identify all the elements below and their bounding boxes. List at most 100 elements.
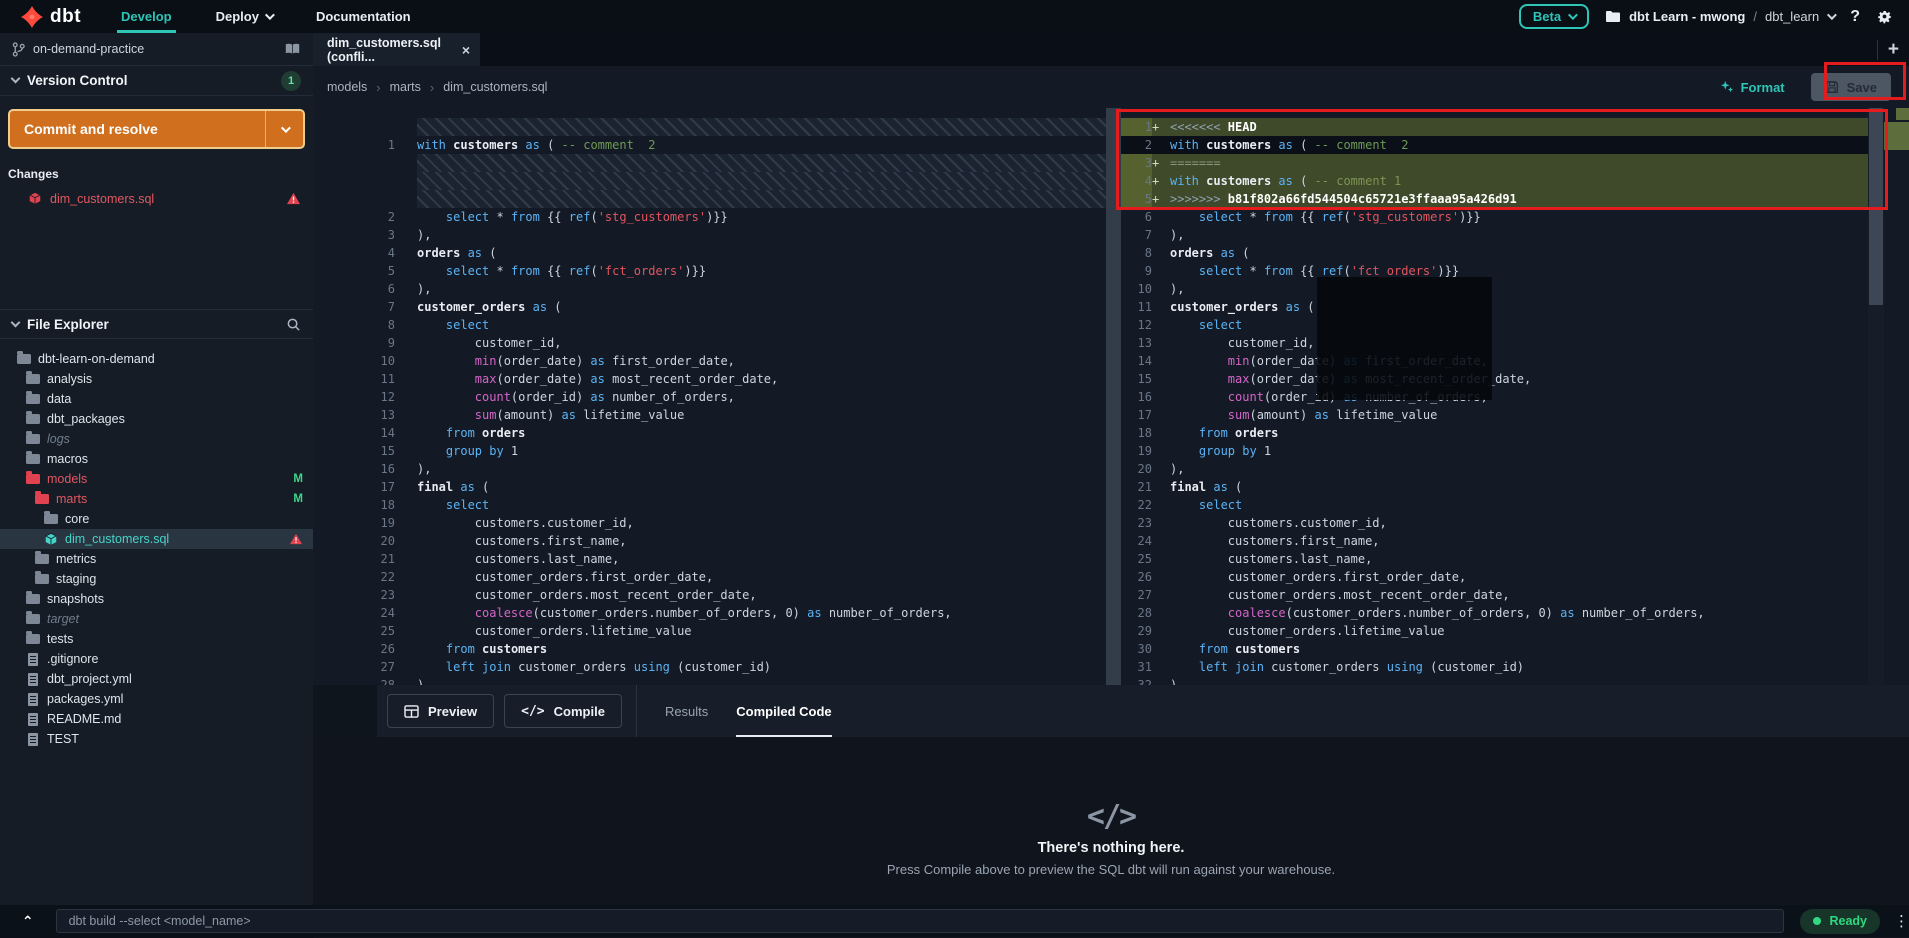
code-line[interactable]: 12 select [1121,316,1868,334]
code-line[interactable]: 9 select * from {{ ref('fct_orders')}} [1121,262,1868,280]
collapsed-diff-region[interactable] [313,172,1106,190]
code-line[interactable]: 18 from orders [1121,424,1868,442]
code-line[interactable]: 19 group by 1 [1121,442,1868,460]
format-button[interactable]: Format [1720,80,1785,95]
code-line[interactable]: 3+======= [1121,154,1868,172]
tree-item-logs[interactable]: logs [0,429,313,449]
code-line[interactable]: 2 select * from {{ ref('stg_customers')}… [313,208,1106,226]
collapsed-diff-region[interactable] [313,118,1106,136]
dbt-logo[interactable]: dbt [0,5,99,29]
tree-item-dbt-project-yml[interactable]: dbt_project.yml [0,669,313,689]
code-line[interactable]: 22 select [1121,496,1868,514]
code-line[interactable]: 24 customers.first_name, [1121,532,1868,550]
tree-item-tests[interactable]: tests [0,629,313,649]
tree-item-marts[interactable]: martsM [0,489,313,509]
code-line[interactable]: 13 sum(amount) as lifetime_value [313,406,1106,424]
code-line[interactable]: 3), [313,226,1106,244]
code-line[interactable]: 22 customer_orders.first_order_date, [313,568,1106,586]
nav-item-develop[interactable]: Develop [99,0,194,33]
collapsed-diff-region[interactable] [313,154,1106,172]
code-line[interactable]: 28) [313,676,1106,685]
code-line[interactable]: 28 coalesce(customer_orders.number_of_or… [1121,604,1868,622]
code-line[interactable]: 15 group by 1 [313,442,1106,460]
code-line[interactable]: 5+>>>>>>> b81f802a66fd544504c65721e3ffaa… [1121,190,1868,208]
code-line[interactable]: 6), [313,280,1106,298]
tree-item-analysis[interactable]: analysis [0,369,313,389]
code-line[interactable]: 1with customers as ( -- comment 2 [313,136,1106,154]
code-line[interactable]: 16), [313,460,1106,478]
code-line[interactable]: 2with customers as ( -- comment 2 [1121,136,1868,154]
code-line[interactable]: 23 customer_orders.most_recent_order_dat… [313,586,1106,604]
code-line[interactable]: 16 count(order_id) as number_of_orders, [1121,388,1868,406]
version-control-header[interactable]: Version Control 1 [0,66,313,96]
tree-item--gitignore[interactable]: .gitignore [0,649,313,669]
tree-item-readme-md[interactable]: README.md [0,709,313,729]
tree-item-dim-customers-sql[interactable]: dim_customers.sql [0,529,313,549]
code-line[interactable]: 20 customers.first_name, [313,532,1106,550]
tree-item-packages-yml[interactable]: packages.yml [0,689,313,709]
code-line[interactable]: 11customer_orders as ( [1121,298,1868,316]
tree-item-dbt-learn-on-demand[interactable]: dbt-learn-on-demand [0,349,313,369]
nav-item-documentation[interactable]: Documentation [294,0,433,33]
code-line[interactable]: 27 left join customer_orders using (cust… [313,658,1106,676]
commit-dropdown-toggle[interactable] [265,111,303,147]
tree-item-data[interactable]: data [0,389,313,409]
code-line[interactable]: 11 max(order_date) as most_recent_order_… [313,370,1106,388]
code-editor[interactable]: 1with customers as ( -- comment 2 2 selec… [313,108,1909,685]
code-line[interactable]: 4orders as ( [313,244,1106,262]
commit-and-resolve-button[interactable]: Commit and resolve [8,109,305,149]
editor-pane-incoming[interactable]: 1+<<<<<<< HEAD2with customers as ( -- co… [1121,108,1868,685]
tab-dim-customers[interactable]: dim_customers.sql (confli... × [313,33,480,66]
tab-results[interactable]: Results [665,685,708,737]
beta-button[interactable]: Beta [1519,4,1589,29]
code-line[interactable]: 21final as ( [1121,478,1868,496]
scrollbar[interactable] [1868,108,1884,685]
branch-row[interactable]: on-demand-practice [0,33,313,66]
preview-button[interactable]: Preview [387,694,494,728]
project-picker[interactable]: dbt Learn - mwong / dbt_learn [1605,9,1834,24]
code-line[interactable]: 5 select * from {{ ref('fct_orders')}} [313,262,1106,280]
editor-pane-current[interactable]: 1with customers as ( -- comment 2 2 selec… [313,108,1106,685]
save-button[interactable]: Save [1811,73,1891,101]
tree-item-dbt-packages[interactable]: dbt_packages [0,409,313,429]
code-line[interactable]: 10 min(order_date) as first_order_date, [313,352,1106,370]
close-icon[interactable]: × [462,42,470,58]
tree-item-staging[interactable]: staging [0,569,313,589]
code-line[interactable]: 21 customers.last_name, [313,550,1106,568]
code-line[interactable]: 17final as ( [313,478,1106,496]
code-line[interactable]: 4+with customers as ( -- comment 1 [1121,172,1868,190]
code-line[interactable]: 19 customers.customer_id, [313,514,1106,532]
changed-file-item[interactable]: dim_customers.sql [28,191,313,206]
code-line[interactable]: 26 customer_orders.first_order_date, [1121,568,1868,586]
tree-item-snapshots[interactable]: snapshots [0,589,313,609]
nav-item-deploy[interactable]: Deploy [194,0,294,33]
compile-button[interactable]: </> Compile [504,694,622,728]
tab-compiled-code[interactable]: Compiled Code [736,685,831,737]
code-line[interactable]: 31 left join customer_orders using (cust… [1121,658,1868,676]
code-line[interactable]: 14 min(order_date) as first_order_date, [1121,352,1868,370]
code-line[interactable]: 27 customer_orders.most_recent_order_dat… [1121,586,1868,604]
code-line[interactable]: 25 customer_orders.lifetime_value [313,622,1106,640]
help-icon[interactable]: ? [1850,8,1860,26]
code-line[interactable]: 20), [1121,460,1868,478]
code-line[interactable]: 18 select [313,496,1106,514]
code-line[interactable]: 15 max(order_date) as most_recent_order_… [1121,370,1868,388]
code-line[interactable]: 8orders as ( [1121,244,1868,262]
tree-item-core[interactable]: core [0,509,313,529]
gear-icon[interactable] [1876,8,1893,25]
code-line[interactable]: 14 from orders [313,424,1106,442]
book-icon[interactable] [284,42,301,56]
code-line[interactable]: 17 sum(amount) as lifetime_value [1121,406,1868,424]
code-line[interactable]: 26 from customers [313,640,1106,658]
file-explorer-header[interactable]: File Explorer [0,309,313,339]
code-line[interactable]: 32) [1121,676,1868,685]
tree-item-models[interactable]: modelsM [0,469,313,489]
code-line[interactable]: 25 customers.last_name, [1121,550,1868,568]
scrollbar-thumb[interactable] [1869,108,1883,305]
tree-item-metrics[interactable]: metrics [0,549,313,569]
code-line[interactable]: 10), [1121,280,1868,298]
code-line[interactable]: 23 customers.customer_id, [1121,514,1868,532]
tree-item-test[interactable]: TEST [0,729,313,749]
pane-divider[interactable] [1106,108,1121,685]
command-input[interactable]: dbt build --select <model_name> [56,909,1785,933]
